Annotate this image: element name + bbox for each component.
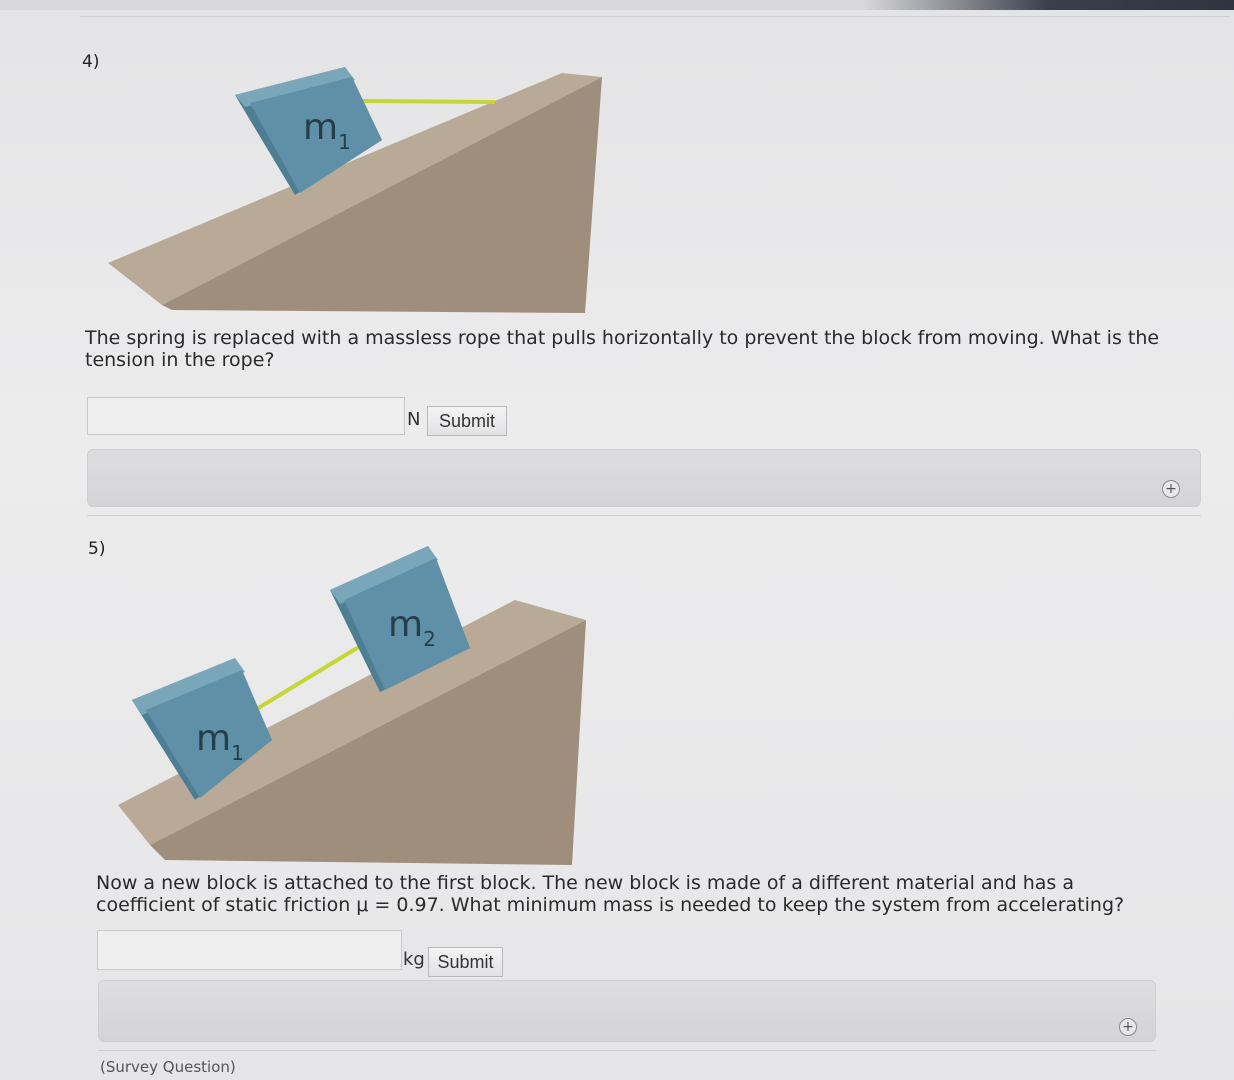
plus-circle-icon[interactable]: + bbox=[1162, 480, 1180, 498]
plus-circle-icon[interactable]: + bbox=[1119, 1018, 1137, 1036]
top-divider bbox=[80, 16, 1230, 17]
question-5-answer-input[interactable] bbox=[97, 930, 402, 970]
top-bar bbox=[0, 0, 1234, 10]
question-4-submit-button[interactable]: Submit bbox=[427, 406, 507, 436]
question-5-unit: kg bbox=[403, 949, 425, 970]
question-4-figure: m1 bbox=[108, 67, 602, 313]
question-4-unit: N bbox=[407, 409, 421, 430]
section-divider bbox=[87, 515, 1201, 516]
question-5-submit-button[interactable]: Submit bbox=[428, 947, 503, 977]
question-4-number: 4) bbox=[82, 52, 100, 72]
question-5-feedback-bar[interactable] bbox=[98, 980, 1156, 1042]
question-4-answer-input[interactable] bbox=[87, 397, 405, 435]
ramp-side-face bbox=[162, 77, 602, 313]
question-5-number: 5) bbox=[88, 539, 106, 559]
question-4-feedback-bar[interactable] bbox=[87, 449, 1201, 507]
page: 4) m1 The spring is replaced with a mass… bbox=[0, 0, 1234, 1080]
survey-question-label: (Survey Question) bbox=[100, 1058, 236, 1076]
question-5-figure: m1 m2 bbox=[118, 546, 586, 865]
section-divider bbox=[98, 1050, 1156, 1051]
question-5-text: Now a new block is attached to the first… bbox=[96, 872, 1125, 916]
question-4-text: The spring is replaced with a massless r… bbox=[85, 327, 1160, 371]
rope bbox=[361, 99, 496, 104]
